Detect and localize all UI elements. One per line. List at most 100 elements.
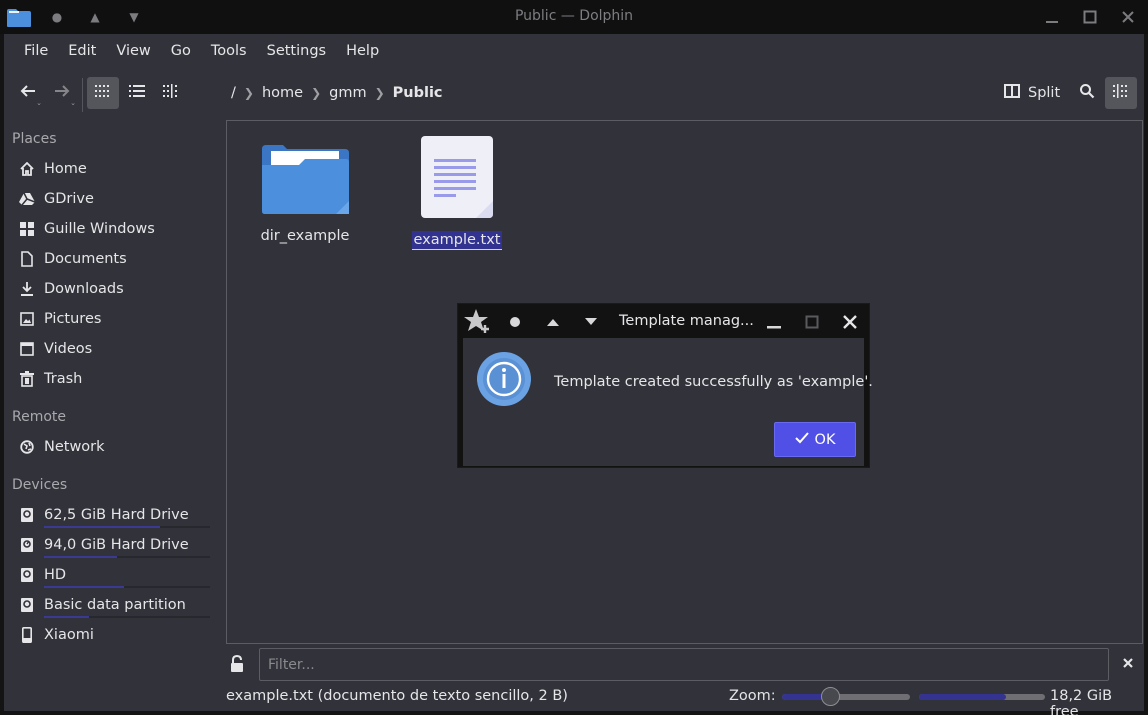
breadcrumb-gmm[interactable]: gmm (324, 85, 371, 101)
video-icon (18, 340, 36, 358)
harddrive-icon (18, 536, 36, 554)
details-view-button[interactable] (121, 77, 153, 109)
close-icon[interactable] (839, 311, 861, 333)
device-usage-bar (44, 616, 210, 618)
forward-icon (54, 84, 70, 102)
search-button[interactable] (1071, 77, 1103, 109)
sidebar-item-videos[interactable]: Videos (4, 334, 218, 364)
status-bar: example.txt (documento de texto sencillo… (4, 684, 1144, 715)
file-name[interactable]: dir_example (259, 227, 352, 245)
device-usage-bar (44, 586, 210, 588)
minimize-icon[interactable] (1042, 7, 1062, 27)
pin-dot-icon[interactable] (504, 311, 526, 333)
picture-icon (18, 310, 36, 328)
device-usage-fill (44, 556, 118, 558)
breadcrumb-root[interactable]: / (226, 85, 241, 101)
chevron-right-icon[interactable]: ❯ (308, 86, 324, 100)
icons-view-button[interactable] (87, 77, 119, 109)
sidebar-item-device[interactable]: 94,0 GiB Hard Drive (4, 530, 218, 560)
sidebar-item-downloads[interactable]: Downloads (4, 274, 218, 304)
maximize-icon[interactable] (1080, 7, 1100, 27)
chevron-right-icon[interactable]: ❯ (241, 86, 257, 100)
sidebar-item-pictures[interactable]: Pictures (4, 304, 218, 334)
breadcrumb-home[interactable]: home (257, 85, 308, 101)
device-usage-fill (44, 526, 161, 528)
filter-bar (226, 648, 1143, 682)
file-item-text[interactable]: example.txt (407, 135, 507, 250)
menu-settings[interactable]: Settings (257, 34, 336, 68)
status-text: example.txt (documento de texto sencillo… (226, 688, 568, 704)
zoom-slider-handle[interactable] (820, 687, 840, 706)
breadcrumb-public[interactable]: Public (388, 85, 448, 101)
close-filter-icon[interactable] (1122, 657, 1134, 673)
search-icon (1079, 83, 1095, 103)
panel-icon (1113, 84, 1129, 102)
zoom-label: Zoom: (729, 688, 776, 704)
chevron-down-icon[interactable]: ⌄ (70, 99, 76, 107)
disk-space-fill (919, 694, 1006, 700)
split-button[interactable]: Split (1000, 77, 1064, 109)
info-icon (477, 352, 531, 410)
sidebar-item-device[interactable]: 62,5 GiB Hard Drive (4, 500, 218, 530)
menu-view[interactable]: View (106, 34, 160, 68)
minimize-icon[interactable] (763, 311, 785, 333)
trash-icon (18, 370, 36, 388)
sidebar-item-device[interactable]: HD (4, 560, 218, 590)
free-space-text: 18,2 GiB free (1050, 688, 1113, 715)
forward-button[interactable]: ⌄ (46, 77, 78, 109)
harddrive-icon (18, 566, 36, 584)
file-item-folder[interactable]: dir_example (255, 141, 355, 245)
maximize-icon[interactable] (801, 311, 823, 333)
folder-icon (259, 145, 351, 219)
zoom-slider[interactable] (782, 687, 910, 706)
keep-above-icon[interactable] (542, 311, 564, 333)
compact-view-button[interactable] (155, 77, 187, 109)
list-view-icon (129, 85, 145, 101)
menu-tools[interactable]: Tools (201, 34, 257, 68)
section-places: Places (12, 131, 57, 147)
filter-input[interactable] (259, 648, 1109, 681)
sidebar-item-device[interactable]: Basic data partition (4, 590, 218, 620)
device-usage-fill (44, 616, 89, 618)
sidebar-item-home[interactable]: Home (4, 154, 218, 184)
dialog-titlebar: Template manag... (458, 304, 869, 338)
template-manager-dialog: Template manag... Template created succe… (457, 303, 873, 468)
ok-button[interactable]: OK (774, 422, 856, 457)
sidebar-item-network[interactable]: Network (4, 432, 218, 462)
dialog-message: Template created successfully as 'exampl… (554, 374, 873, 390)
sidebar-item-documents[interactable]: Documents (4, 244, 218, 274)
sidebar-item-xiaomi[interactable]: Xiaomi (4, 620, 218, 650)
toolbar-separator (82, 78, 83, 112)
template-star-icon (462, 307, 492, 335)
keep-below-icon[interactable] (580, 311, 602, 333)
sidebar-item-gdrive[interactable]: GDrive (4, 184, 218, 214)
info-panel-button[interactable] (1105, 77, 1137, 109)
menu-go[interactable]: Go (161, 34, 201, 68)
window-titlebar: ● ▲ ▼ Public — Dolphin (0, 0, 1148, 34)
menu-file[interactable]: File (14, 34, 58, 68)
document-icon (18, 250, 36, 268)
chevron-right-icon[interactable]: ❯ (372, 86, 388, 100)
disk-space-bar (919, 694, 1045, 700)
icons-view-icon (95, 85, 111, 101)
places-panel: Places Home GDrive Guille Windows Docume… (4, 124, 218, 650)
text-file-icon (420, 136, 494, 223)
chevron-down-icon[interactable]: ⌄ (36, 99, 42, 107)
menu-help[interactable]: Help (336, 34, 389, 68)
menu-edit[interactable]: Edit (58, 34, 106, 68)
device-usage-bar (44, 526, 210, 528)
file-name[interactable]: example.txt (411, 231, 503, 250)
sidebar-item-trash[interactable]: Trash (4, 364, 218, 394)
phone-icon (18, 626, 36, 644)
unlock-icon[interactable] (230, 654, 244, 677)
close-icon[interactable] (1118, 7, 1138, 27)
home-icon (18, 160, 36, 178)
harddrive-icon (18, 506, 36, 524)
device-usage-fill (44, 586, 124, 588)
ok-label: OK (814, 431, 836, 448)
dialog-body: Template created successfully as 'exampl… (463, 338, 873, 466)
windows-icon (18, 220, 36, 238)
breadcrumb: / ❯ home ❯ gmm ❯ Public (226, 74, 448, 112)
sidebar-item-guille-windows[interactable]: Guille Windows (4, 214, 218, 244)
back-button[interactable]: ⌄ (12, 77, 44, 109)
